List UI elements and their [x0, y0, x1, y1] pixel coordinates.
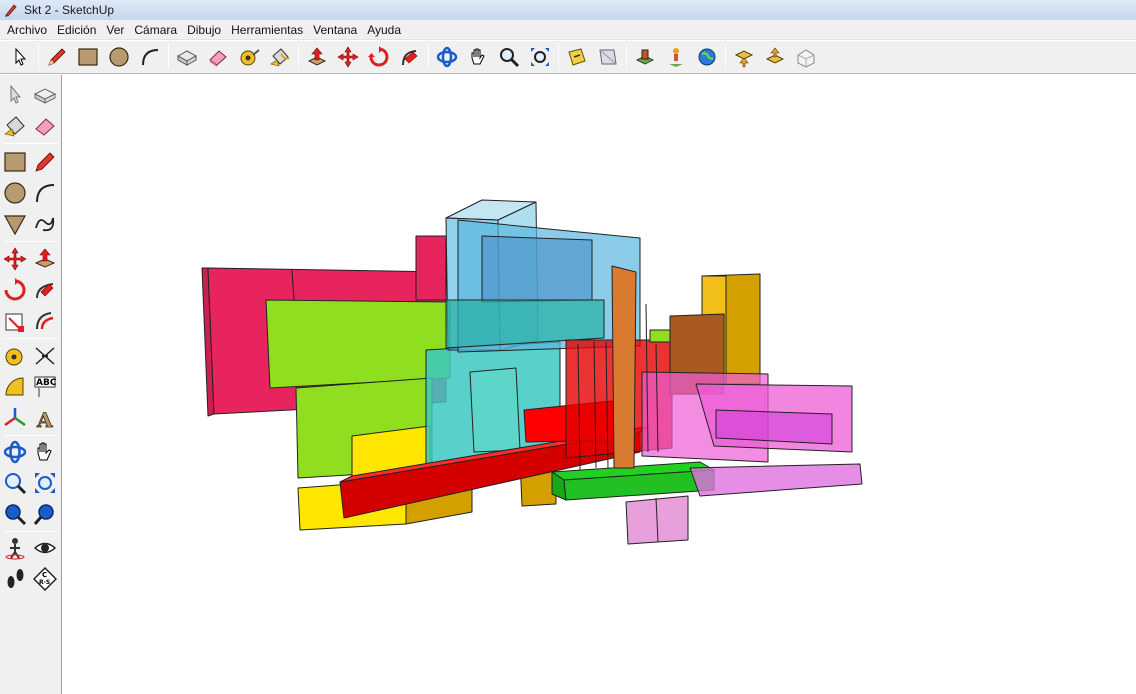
push-pull-icon[interactable] [31, 245, 59, 273]
warehouse-model-icon[interactable] [632, 44, 658, 70]
circle-icon[interactable] [106, 44, 132, 70]
push-pull-icon[interactable] [304, 44, 330, 70]
teal-volume-front [469, 367, 521, 453]
compass-c-text: C [42, 571, 47, 579]
arc-icon[interactable] [31, 179, 59, 207]
pan-icon[interactable] [465, 44, 491, 70]
follow-me-icon[interactable] [397, 44, 423, 70]
look-around-icon[interactable] [31, 534, 59, 562]
get-models-icon[interactable] [731, 44, 757, 70]
eraser-icon[interactable] [31, 112, 59, 140]
previous-icon[interactable] [1, 500, 29, 528]
component-3d-icon[interactable] [793, 44, 819, 70]
axes-icon[interactable] [1, 404, 29, 432]
move-icon[interactable] [335, 44, 361, 70]
menu-ayuda[interactable]: Ayuda [362, 20, 406, 40]
pencil-icon[interactable] [44, 44, 70, 70]
zoom-extents-icon[interactable] [527, 44, 553, 70]
eraser-icon[interactable] [205, 44, 231, 70]
dimension-icon[interactable] [31, 342, 59, 370]
menu-bar: Archivo Edición Ver Cámara Dibujo Herram… [0, 20, 1136, 40]
title-bar: Skt 2 - SketchUp [0, 0, 1136, 20]
green-small [649, 329, 673, 343]
rotate-icon[interactable] [1, 276, 29, 304]
3d-text-icon[interactable]: A [31, 404, 59, 432]
position-camera-icon[interactable] [1, 534, 29, 562]
polygon-icon[interactable] [1, 210, 29, 238]
pencil-icon[interactable] [31, 148, 59, 176]
magenta-wing-inner [715, 409, 833, 445]
section-plane-icon[interactable] [564, 44, 590, 70]
scale-icon[interactable] [1, 307, 29, 335]
select-icon[interactable] [7, 44, 33, 70]
sky-slab-inner [481, 235, 593, 303]
section-compass-icon[interactable]: C R·S [31, 565, 59, 593]
menu-archivo[interactable]: Archivo [2, 20, 52, 40]
paint-bucket-icon[interactable] [267, 44, 293, 70]
pan-icon[interactable] [31, 438, 59, 466]
circle-icon[interactable] [1, 179, 29, 207]
previous-view-icon[interactable] [595, 44, 621, 70]
tape-measure-icon[interactable] [236, 44, 262, 70]
compass-rs-text: R·S [39, 579, 50, 586]
select-icon[interactable] [1, 81, 29, 109]
large-tool-set: ABC A C R·S [0, 75, 62, 694]
orbit-icon[interactable] [434, 44, 460, 70]
zoom-icon[interactable] [496, 44, 522, 70]
make-component-icon[interactable] [174, 44, 200, 70]
orange-fin [611, 265, 637, 469]
main-toolbar [0, 41, 1136, 74]
make-component-icon[interactable] [31, 81, 59, 109]
follow-me-icon[interactable] [31, 276, 59, 304]
paint-bucket-icon[interactable] [1, 112, 29, 140]
menu-herramientas[interactable]: Herramientas [226, 20, 308, 40]
menu-dibujo[interactable]: Dibujo [182, 20, 226, 40]
zoom-window-icon[interactable] [31, 469, 59, 497]
magenta-bar [689, 463, 863, 497]
freehand-icon[interactable] [31, 210, 59, 238]
arc-icon[interactable] [137, 44, 163, 70]
drawing-viewport[interactable] [63, 75, 1136, 694]
window-title: Skt 2 - SketchUp [24, 3, 115, 17]
model-scene [201, 199, 863, 545]
orbit-icon[interactable] [1, 438, 29, 466]
menu-camara[interactable]: Cámara [129, 20, 182, 40]
place-model-icon[interactable] [663, 44, 689, 70]
menu-edicion[interactable]: Edición [52, 20, 101, 40]
next-icon[interactable] [31, 500, 59, 528]
offset-icon[interactable] [31, 307, 59, 335]
move-icon[interactable] [1, 245, 29, 273]
lime-slab [265, 299, 451, 389]
share-model-icon[interactable] [762, 44, 788, 70]
google-earth-icon[interactable] [694, 44, 720, 70]
crimson-slab-top [415, 235, 447, 301]
zoom-icon[interactable] [1, 469, 29, 497]
rectangle-icon[interactable] [75, 44, 101, 70]
protractor-icon[interactable] [1, 373, 29, 401]
text-label-icon[interactable]: ABC [31, 373, 59, 401]
abc-text: ABC [36, 378, 57, 388]
menu-ventana[interactable]: Ventana [308, 20, 362, 40]
sketchup-logo-icon [4, 3, 18, 17]
rotate-icon[interactable] [366, 44, 392, 70]
3d-text-letter: A [36, 408, 53, 430]
tape-measure-icon[interactable] [1, 342, 29, 370]
walk-icon[interactable] [1, 565, 29, 593]
rectangle-icon[interactable] [1, 148, 29, 176]
menu-ver[interactable]: Ver [101, 20, 129, 40]
sketchup-window: Skt 2 - SketchUp Archivo Edición Ver Cám… [0, 0, 1136, 694]
